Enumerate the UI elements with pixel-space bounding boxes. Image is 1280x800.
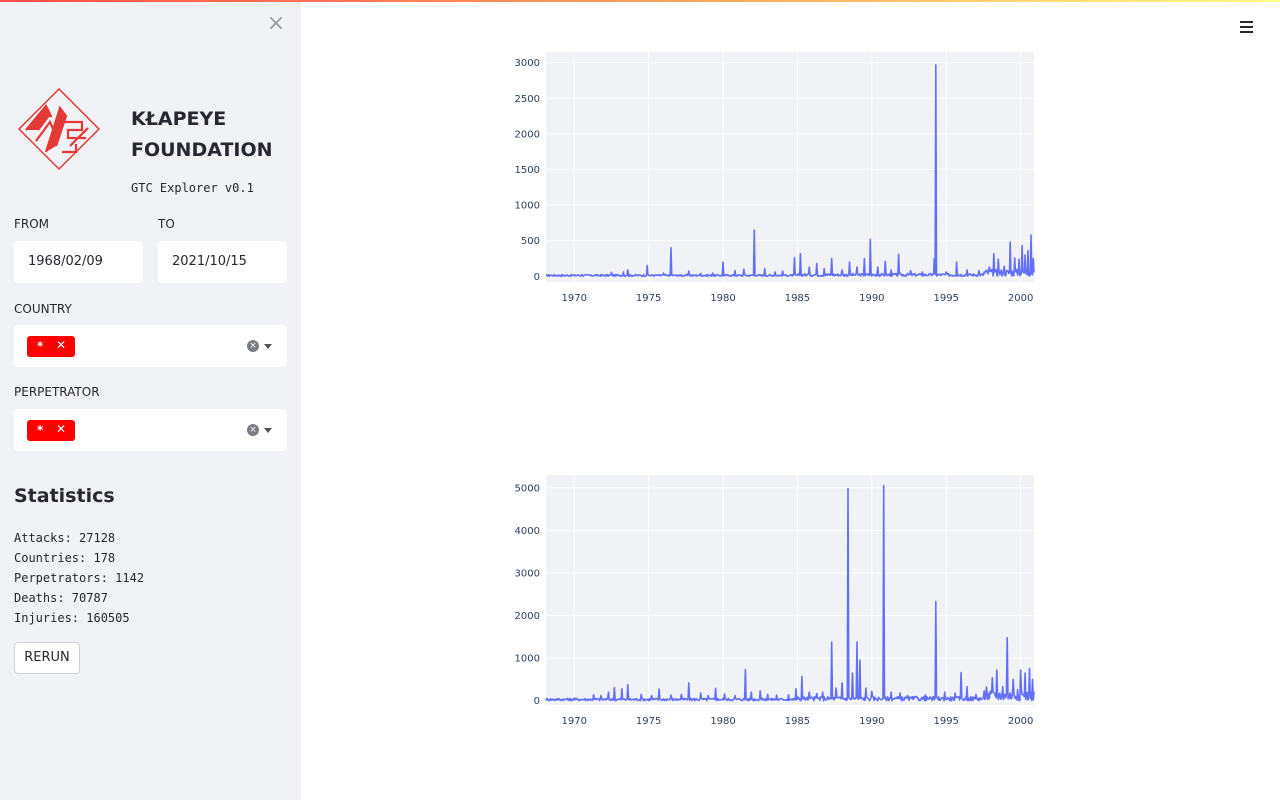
chevron-down-icon[interactable] [264,428,272,433]
perpetrator-label: PERPETRATOR [14,385,100,399]
perpetrator-tag[interactable]: * ✕ [27,420,75,441]
deaths-timeline-chart: 1970 1975 1980 1985 1990 1995 2000 0 500 1000 1500… [515,52,1035,304]
country-multiselect[interactable]: * ✕ × [14,325,287,367]
y-tick-label: 2000 [515,611,540,622]
y-tick-label: 1000 [515,654,540,665]
x-tick-label: 1980 [710,293,735,304]
to-date-input[interactable]: 2021/10/15 [158,241,287,283]
x-tick-label: 1990 [859,293,884,304]
from-date-input[interactable]: 1968/02/09 [14,241,143,283]
country-tag[interactable]: * ✕ [27,336,75,357]
y-tick-label: 0 [534,272,540,283]
brand-line-2: FOUNDATION [131,139,273,161]
remove-tag-icon[interactable]: ✕ [56,338,66,352]
y-tick-label: 3000 [515,568,540,579]
plot-area [546,475,1034,705]
x-tick-label: 2000 [1008,716,1033,727]
y-tick-label: 1500 [515,165,540,176]
stat-injuries: Injuries: 160505 [14,611,130,625]
y-tick-label: 2500 [515,94,540,105]
stat-perpetrators: Perpetrators: 1142 [14,571,145,585]
stat-deaths: Deaths: 70787 [14,591,108,605]
sidebar: × KŁAPEYE FOUNDATION GTC Explorer v0.1 F… [0,0,301,800]
foundation-logo [17,87,101,171]
x-tick-label: 2000 [1008,293,1033,304]
rerun-button[interactable]: RERUN [14,642,80,674]
from-label: FROM [14,217,50,231]
top-decoration-bar [0,0,1280,2]
plot-area [546,52,1034,282]
brand-name: KŁAPEYE FOUNDATION [131,104,273,166]
y-tick-label: 3000 [515,58,540,69]
y-tick-label: 0 [534,696,540,707]
stat-attacks: Attacks: 27128 [14,531,116,545]
y-tick-label: 2000 [515,129,540,140]
perpetrator-tag-label: * [37,423,44,437]
perpetrator-multiselect[interactable]: * ✕ × [14,409,287,451]
remove-tag-icon[interactable]: ✕ [56,422,66,436]
chevron-down-icon[interactable] [264,344,272,349]
x-tick-label: 1970 [562,716,587,727]
y-tick-label: 1000 [515,201,540,212]
y-tick-label: 500 [521,236,540,247]
y-tick-label: 4000 [515,526,540,537]
stat-countries: Countries: 178 [14,551,116,565]
country-tag-label: * [37,339,44,353]
app-version: GTC Explorer v0.1 [131,181,254,195]
clear-selection-icon[interactable]: × [247,340,259,352]
close-icon[interactable]: × [266,13,286,35]
x-tick-label: 1995 [933,293,958,304]
x-tick-label: 1970 [562,293,587,304]
country-label: COUNTRY [14,302,72,316]
x-tick-label: 1985 [785,716,810,727]
statistics-heading: Statistics [14,485,115,507]
x-tick-label: 1985 [785,293,810,304]
x-tick-label: 1980 [710,716,735,727]
y-tick-label: 5000 [515,483,540,494]
injuries-timeline-chart: 1970 1975 1980 1985 1990 1995 2000 0 1000 2000 300… [515,475,1035,727]
brand-line-1: KŁAPEYE [131,108,227,130]
clear-selection-icon[interactable]: × [247,424,259,436]
x-tick-label: 1975 [636,293,661,304]
to-label: TO [158,217,175,231]
x-tick-label: 1990 [859,716,884,727]
x-tick-label: 1975 [636,716,661,727]
hamburger-menu-icon[interactable] [1238,18,1256,34]
x-tick-label: 1995 [933,716,958,727]
